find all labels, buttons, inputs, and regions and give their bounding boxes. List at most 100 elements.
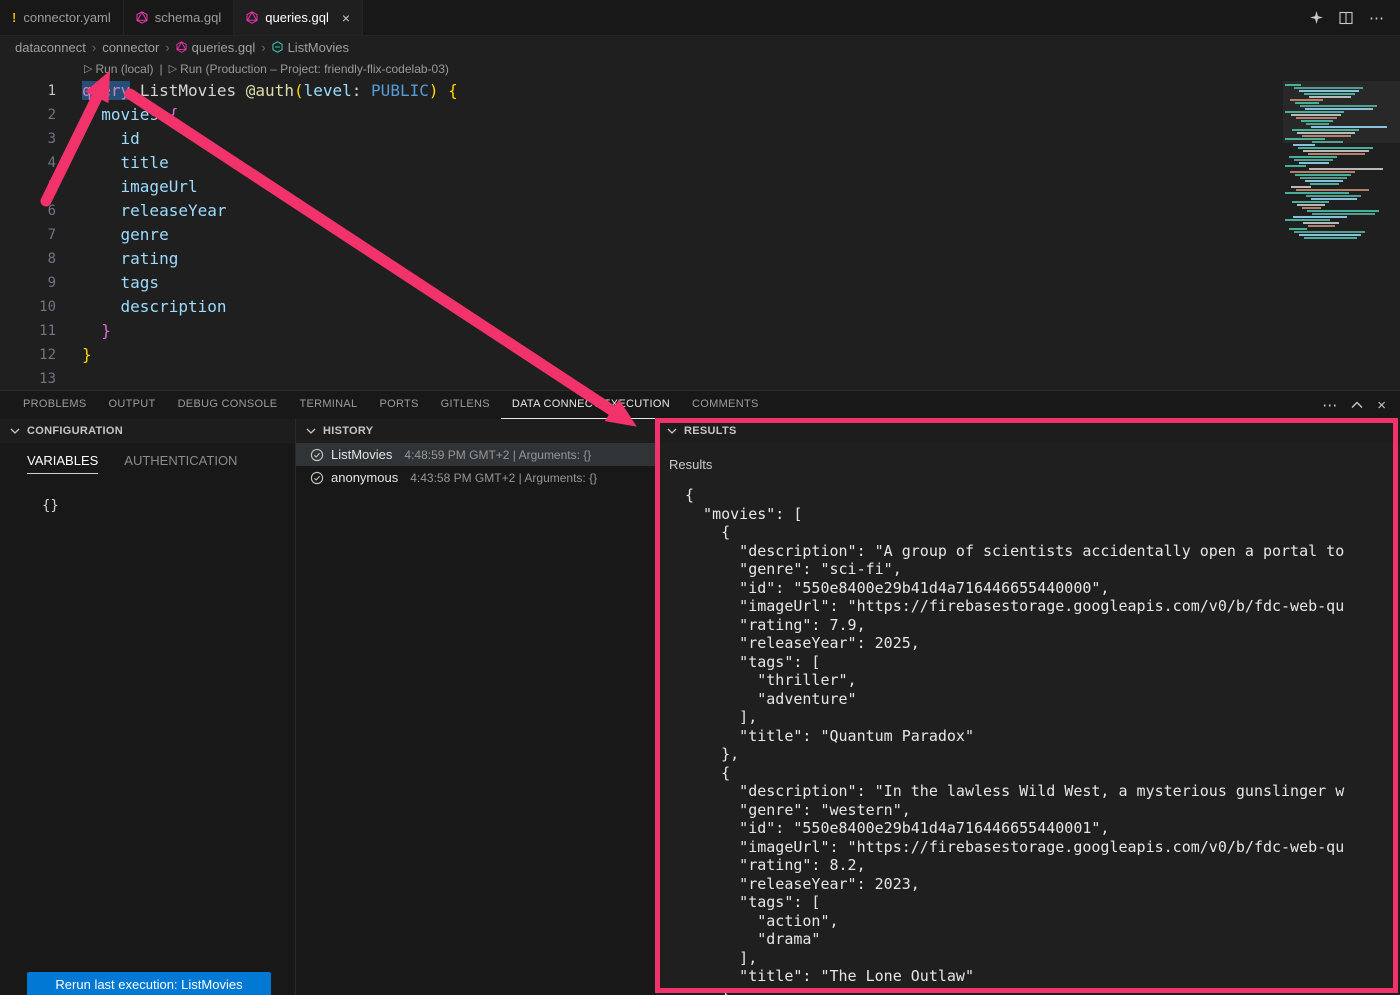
operation-symbol-icon: [272, 41, 283, 53]
code-line[interactable]: tags: [56, 271, 1400, 295]
breadcrumb-item-dataconnect[interactable]: dataconnect: [15, 40, 86, 55]
code-line[interactable]: rating: [56, 247, 1400, 271]
line-number: 13: [0, 367, 56, 391]
tab-label: schema.gql: [155, 10, 221, 25]
line-number: 9: [0, 271, 56, 295]
editor-gutter: 12345678910111213: [0, 79, 56, 391]
close-tab-icon[interactable]: ×: [342, 10, 350, 26]
line-number: 6: [0, 199, 56, 223]
chevron-down-icon: [667, 428, 677, 434]
line-number: 4: [0, 151, 56, 175]
panel-close-icon[interactable]: ×: [1377, 397, 1386, 414]
breadcrumb-item-queries-gql[interactable]: queries.gql: [176, 40, 256, 55]
panel-tab-bar-tabs: PROBLEMSOUTPUTDEBUG CONSOLETERMINALPORTS…: [12, 391, 770, 419]
history-item[interactable]: anonymous4:43:58 PM GMT+2 | Arguments: {…: [296, 466, 656, 489]
code-line[interactable]: title: [56, 151, 1400, 175]
line-number: 5: [0, 175, 56, 199]
code-line[interactable]: releaseYear: [56, 199, 1400, 223]
breadcrumb-item-listmovies[interactable]: ListMovies: [272, 40, 349, 55]
code-line[interactable]: genre: [56, 223, 1400, 247]
history-item[interactable]: ListMovies 4:48:59 PM GMT+2 | Arguments: …: [296, 443, 656, 466]
panel-actions: ⋯ ×: [1322, 396, 1400, 414]
graphql-icon: [136, 11, 148, 24]
configuration-header-label: CONFIGURATION: [27, 425, 123, 437]
copilot-icon[interactable]: [1310, 11, 1323, 24]
chevron-right-icon: ›: [92, 40, 96, 55]
results-json: { "movies": [ { "description": "A group …: [685, 486, 1400, 995]
breadcrumb: dataconnect › connector › queries.gql › …: [0, 36, 1400, 58]
more-actions-icon[interactable]: ⋯: [1369, 9, 1384, 27]
run-local-link[interactable]: ▷ Run (local): [84, 62, 154, 76]
breadcrumb-label: queries.gql: [192, 40, 256, 55]
code-line[interactable]: id: [56, 127, 1400, 151]
history-header-label: HISTORY: [323, 425, 373, 437]
chevron-down-icon: [306, 428, 316, 434]
editor[interactable]: 12345678910111213 query ListMovies @auth…: [0, 79, 1400, 391]
results-subheader: Results: [669, 457, 1400, 472]
minimap[interactable]: [1283, 81, 1400, 321]
tab-authentication[interactable]: AUTHENTICATION: [124, 453, 237, 474]
panel-tab-terminal[interactable]: TERMINAL: [288, 391, 368, 418]
panel-tab-data-connect-execution[interactable]: DATA CONNECT EXECUTION: [501, 391, 681, 419]
chevron-right-icon: ›: [261, 40, 265, 55]
codelens-divider: |: [160, 62, 163, 76]
history-item-name: ListMovies: [331, 447, 392, 462]
tab-queries-gql[interactable]: queries.gql ×: [234, 0, 363, 35]
history-item-meta: 4:43:58 PM GMT+2 | Arguments: {}: [410, 471, 597, 485]
pass-check-icon: [310, 448, 324, 462]
panel-maximize-icon[interactable]: [1351, 401, 1363, 409]
configuration-header[interactable]: CONFIGURATION: [0, 419, 295, 443]
panel-tab-ports[interactable]: PORTS: [368, 391, 429, 418]
chevron-right-icon: ›: [165, 40, 169, 55]
configuration-tabs: VARIABLES AUTHENTICATION: [0, 453, 295, 474]
rerun-last-execution-button[interactable]: Rerun last execution: ListMovies: [27, 972, 271, 995]
tab-label: queries.gql: [265, 10, 329, 25]
tab-schema-gql[interactable]: schema.gql: [124, 0, 234, 35]
breadcrumb-item-connector[interactable]: connector: [102, 40, 159, 55]
line-number: 11: [0, 319, 56, 343]
split-editor-icon[interactable]: [1339, 11, 1353, 25]
panel-tab-output[interactable]: OUTPUT: [98, 391, 167, 418]
code-line[interactable]: movies {: [56, 103, 1400, 127]
run-production-link[interactable]: ▷ Run (Production – Project: friendly-fl…: [169, 62, 449, 76]
history-item-meta: 4:48:59 PM GMT+2 | Arguments: {}: [404, 448, 591, 462]
panel-tab-gitlens[interactable]: GITLENS: [430, 391, 501, 418]
code-line[interactable]: [56, 367, 1400, 391]
panel-more-icon[interactable]: ⋯: [1322, 396, 1337, 414]
tab-variables[interactable]: VARIABLES: [27, 453, 98, 474]
pass-check-icon: [310, 471, 324, 485]
codelens-row: ▷ Run (local) | ▷ Run (Production – Proj…: [0, 58, 1400, 79]
panel-tab-problems[interactable]: PROBLEMS: [12, 391, 98, 418]
code-line[interactable]: }: [56, 343, 1400, 367]
graphql-icon: [246, 11, 258, 24]
graphql-icon: [176, 41, 187, 53]
bottom-panel: PROBLEMSOUTPUTDEBUG CONSOLETERMINALPORTS…: [0, 390, 1400, 995]
results-header[interactable]: RESULTS: [657, 419, 1400, 443]
code-line[interactable]: description: [56, 295, 1400, 319]
variables-value[interactable]: {}: [42, 498, 295, 514]
code-line[interactable]: imageUrl: [56, 175, 1400, 199]
editor-code[interactable]: query ListMovies @auth(level: PUBLIC) { …: [56, 79, 1400, 391]
editor-actions: ⋯: [1310, 0, 1400, 35]
code-line[interactable]: }: [56, 319, 1400, 343]
results-header-label: RESULTS: [684, 425, 737, 437]
play-icon: ▷: [84, 62, 92, 75]
line-number: 2: [0, 103, 56, 127]
line-number: 8: [0, 247, 56, 271]
history-section: HISTORY ListMovies 4:48:59 PM GMT+2 | Arg…: [296, 419, 657, 995]
configuration-section: CONFIGURATION VARIABLES AUTHENTICATION {…: [0, 419, 296, 995]
yaml-warning-icon: !: [12, 10, 16, 25]
panel-tab-comments[interactable]: COMMENTS: [681, 391, 770, 418]
vscode-window: ! connector.yaml schema.gql queries.gql …: [0, 0, 1400, 995]
panel-tab-debug-console[interactable]: DEBUG CONSOLE: [167, 391, 289, 418]
code-line[interactable]: query ListMovies @auth(level: PUBLIC) {: [56, 79, 1400, 103]
chevron-down-icon: [10, 428, 20, 434]
tab-connector-yaml[interactable]: ! connector.yaml: [0, 0, 124, 35]
line-number: 3: [0, 127, 56, 151]
line-number: 1: [0, 79, 56, 103]
results-section: RESULTS Results { "movies": [ { "descrip…: [657, 419, 1400, 995]
history-header[interactable]: HISTORY: [296, 419, 656, 443]
run-production-label: Run (Production – Project: friendly-flix…: [180, 62, 449, 76]
panel-body: CONFIGURATION VARIABLES AUTHENTICATION {…: [0, 419, 1400, 995]
tab-label: connector.yaml: [23, 10, 110, 25]
